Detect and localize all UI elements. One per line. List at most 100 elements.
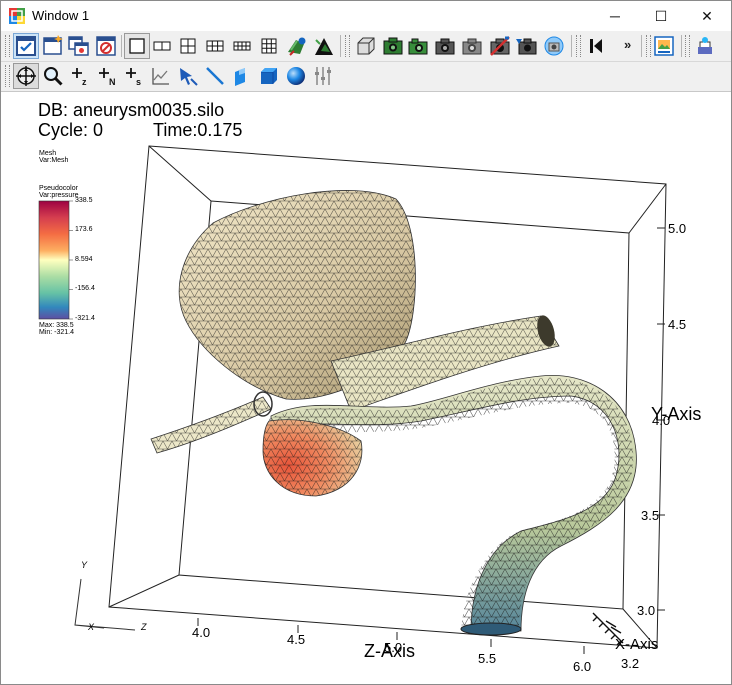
clone-window-icon [68,36,89,56]
box-tool-icon [261,68,277,84]
layout-2x4-icon [233,41,251,51]
pointer-tool-button[interactable] [176,64,200,88]
toolbar-modes: z N s [1,62,731,92]
camera-4-button[interactable] [460,34,484,58]
camera-5-icon [490,36,510,56]
y-tick-label: 4.5 [668,317,687,332]
layout-1x1-button[interactable] [124,33,150,59]
save-image-button[interactable] [652,34,676,58]
sphere-tool-button[interactable] [284,64,308,88]
z-tick-label: 5.5 [478,651,497,666]
axis-triad [74,578,136,631]
legend-tick: -321.4 [75,315,95,322]
zone-pick-button[interactable]: z [68,64,92,88]
svg-text:N: N [109,77,116,87]
camera-3-button[interactable] [433,34,457,58]
sliders-button[interactable] [311,64,335,88]
navigate-mode-button[interactable] [13,63,39,89]
animation-play-button[interactable] [584,34,608,58]
legend-tick: 173.6 [75,226,93,233]
svg-text:z: z [82,77,87,87]
toolbar-grip[interactable] [5,35,10,57]
y-tick-label: 5.0 [668,221,687,236]
node-pick-button[interactable]: N [95,64,119,88]
toolbar-separator [571,35,572,57]
layout-2x2-button[interactable] [176,34,200,58]
zoom-mode-icon [44,67,63,86]
sliders-icon [315,67,331,85]
lock-time-icon [315,38,333,55]
lock-view-button[interactable] [285,34,309,58]
camera-4-icon [462,38,482,55]
new-window-button[interactable] [41,34,65,58]
visualization-canvas[interactable]: DB: aneurysm0035.silo Cycle: 0 Time:0.17… [1,92,731,684]
plane-tool-button[interactable] [230,64,254,88]
box-tool-button[interactable] [257,64,281,88]
z-tick-label: 4.5 [287,632,306,647]
x-axis-label: X-Axis [615,636,659,653]
minimize-button[interactable]: ─ [592,1,638,31]
toolbar-grip[interactable] [345,35,350,57]
layout-2x3-button[interactable] [203,34,227,58]
layout-3x3-icon [261,38,277,54]
y-tick-label: 3.0 [637,603,656,618]
delete-window-button[interactable] [94,34,118,58]
lock-view-icon [288,37,306,56]
line-tool-button[interactable] [203,64,227,88]
lineout-icon [152,68,169,85]
camera-6-icon [516,38,537,55]
zone-pick-icon: z [72,68,87,87]
layout-2x2-icon [180,38,196,54]
camera-2-button[interactable] [406,34,430,58]
toolbar-separator [121,35,122,57]
pointer-tool-icon [180,68,198,86]
sphere-tool-icon [287,67,305,85]
camera-3-icon [435,38,455,55]
camera-icon [383,37,403,55]
camera-6-button[interactable] [515,34,539,58]
svg-text:s: s [136,77,141,87]
legend-min: Min: -321.4 [39,329,75,336]
y-tick-label: 3.5 [641,508,660,523]
spreadsheet-pick-button[interactable]: s [122,64,146,88]
animation-play-icon [590,39,602,53]
lock-time-button[interactable] [312,34,336,58]
mesh-var-label: Var:Mesh [39,157,69,164]
toolbar-grip[interactable] [685,35,690,57]
render-scene [38,145,667,654]
camera-5-button[interactable] [488,34,512,58]
toolbar-grip[interactable] [576,35,581,57]
layout-3x3-button[interactable] [257,34,281,58]
plane-tool-icon [235,68,245,86]
toolbar-overflow-button[interactable]: » [624,37,631,52]
node-pick-icon: N [99,68,116,87]
time-label: Time:0.175 [153,120,243,140]
toolbar-grip[interactable] [5,65,10,87]
layout-1x2-button[interactable] [150,34,174,58]
navigate-mode-icon [16,66,36,86]
legend-tick: 8.594 [75,256,93,263]
reset-view-button[interactable] [354,34,378,58]
visit-app-icon [9,8,25,24]
maximize-button[interactable]: ☐ [638,1,684,31]
clone-window-button[interactable] [67,34,91,58]
camera-button[interactable] [381,34,405,58]
x-tick-label: 3.2 [621,656,640,671]
toolbar-grip[interactable] [646,35,651,57]
print-button[interactable] [693,34,717,58]
zoom-mode-button[interactable] [41,64,65,88]
spreadsheet-pick-icon: s [126,68,141,87]
camera-7-button[interactable] [542,34,566,58]
title-bar: Window 1 ─ ☐ ✕ [1,1,731,31]
close-button[interactable]: ✕ [684,1,730,31]
lineout-button[interactable] [149,64,173,88]
save-image-icon [654,36,674,56]
toolbar-window: » [1,31,731,62]
y-axis-label: Y-Axis [651,404,702,424]
reset-view-icon [357,37,375,55]
visit-active-window-button[interactable] [13,33,39,59]
triad-x-label: X [88,622,95,632]
layout-2x4-button[interactable] [230,34,254,58]
layout-1x1-icon [129,38,145,54]
legend-tick: 338.5 [75,197,93,204]
